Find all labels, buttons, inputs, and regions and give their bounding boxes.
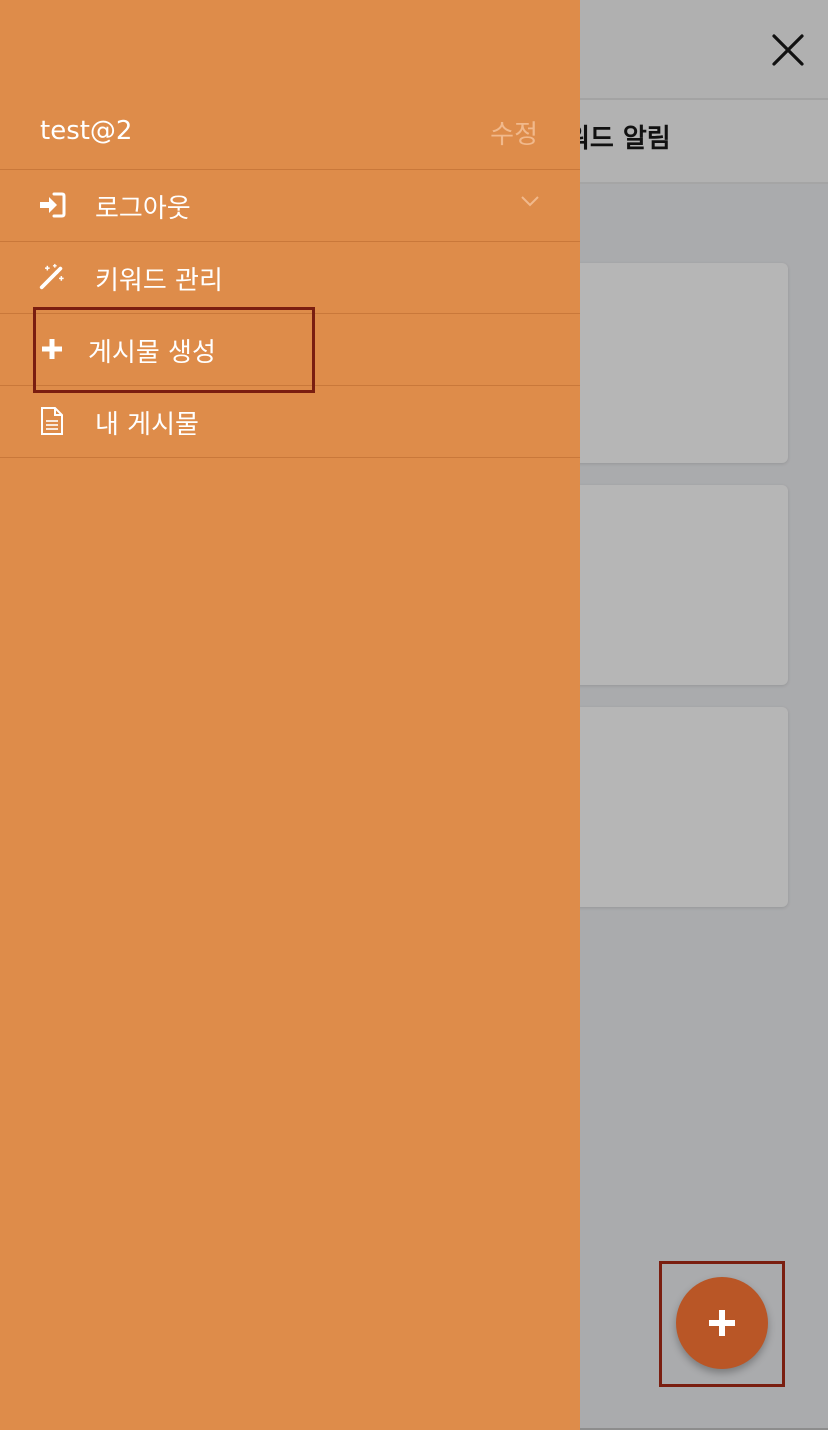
menu-item-label: 게시물 생성 <box>88 338 216 368</box>
plus-icon <box>38 334 66 364</box>
magic-wand-icon <box>38 262 66 292</box>
close-drawer-button[interactable] <box>766 28 810 72</box>
drawer-menu: 로그아웃 키워드 관리 게시물 생성 내 게시물 <box>0 170 580 458</box>
menu-item-my-posts[interactable]: 내 게시물 <box>0 386 580 458</box>
close-icon <box>772 34 804 66</box>
menu-item-label: 로그아웃 <box>95 194 191 224</box>
menu-item-create-post[interactable]: 게시물 생성 <box>0 314 580 386</box>
menu-item-label: 키워드 관리 <box>95 266 223 296</box>
document-icon <box>38 406 66 436</box>
drawer-user-row: test@2 수정 <box>0 98 580 170</box>
sign-in-icon <box>38 190 66 220</box>
user-email: test@2 <box>40 116 133 146</box>
menu-item-logout[interactable]: 로그아웃 <box>0 170 580 242</box>
menu-item-label: 내 게시물 <box>95 410 199 440</box>
navigation-drawer: test@2 수정 로그아웃 키워드 관리 게시물 생성 내 게시물 <box>0 0 580 1430</box>
chevron-down-icon[interactable] <box>520 194 540 208</box>
background-tab-title: 워드 알림 <box>566 124 671 154</box>
menu-item-keyword-management[interactable]: 키워드 관리 <box>0 242 580 314</box>
edit-profile-button[interactable]: 수정 <box>490 114 538 151</box>
add-post-fab[interactable] <box>676 1277 768 1369</box>
plus-icon <box>709 1310 735 1336</box>
